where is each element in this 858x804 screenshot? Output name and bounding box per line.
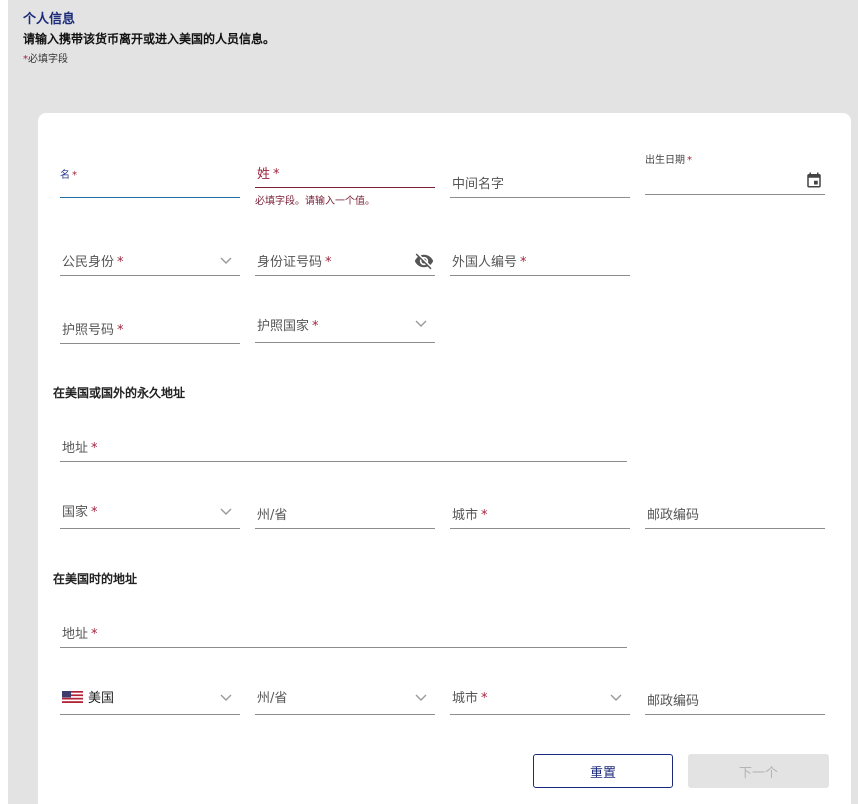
dob-field[interactable]: 出生日期 *: [645, 151, 825, 195]
dob-label: 出生日期 *: [645, 155, 692, 166]
last-name-label: 姓 *: [257, 167, 280, 182]
first-name-label: 名 *: [60, 170, 77, 181]
alien-number-field[interactable]: 外国人编号 *: [450, 246, 630, 276]
passport-country-select[interactable]: 护照国家 *: [255, 313, 435, 343]
chevron-down-icon: [220, 694, 232, 701]
citizenship-label: 公民身份 *: [62, 255, 124, 270]
permanent-country-label: 国家 *: [62, 505, 98, 520]
eye-off-icon[interactable]: [413, 250, 435, 272]
permanent-postal-field[interactable]: 邮政编码: [645, 499, 825, 529]
us-address-field[interactable]: 地址 *: [60, 618, 627, 648]
first-name-field[interactable]: 名 *: [60, 168, 240, 198]
page-title: 个人信息: [23, 12, 76, 27]
permanent-postal-label: 邮政编码: [647, 508, 700, 523]
left-strip: [0, 0, 8, 804]
us-flag-icon: [62, 691, 83, 703]
permanent-city-field[interactable]: 城市 *: [450, 499, 630, 529]
permanent-state-label: 州/省: [257, 508, 288, 523]
middle-name-field[interactable]: 中间名字: [450, 168, 630, 198]
us-city-select[interactable]: 城市 *: [450, 685, 630, 715]
last-name-error: 必填字段。请输入一个值。: [255, 196, 375, 207]
us-address-title: 在美国时的地址: [53, 572, 138, 586]
page-subtitle: 请输入携带该货币离开或进入美国的人员信息。: [23, 32, 276, 46]
us-address-label: 地址 *: [62, 627, 98, 642]
chevron-down-icon: [220, 508, 232, 515]
alien-number-label: 外国人编号 *: [452, 255, 527, 270]
chevron-down-icon: [220, 257, 232, 264]
us-country-value: 美国: [62, 687, 114, 706]
passport-country-label: 护照国家 *: [257, 319, 319, 334]
chevron-down-icon: [415, 320, 427, 327]
us-postal-field[interactable]: 邮政编码: [645, 685, 825, 715]
permanent-country-select[interactable]: 国家 *: [60, 499, 240, 529]
id-number-field[interactable]: 身份证号码 *: [255, 246, 435, 276]
required-note-text: 必填字段: [28, 54, 68, 65]
permanent-address-title: 在美国或国外的永久地址: [53, 386, 186, 400]
permanent-city-label: 城市 *: [452, 508, 488, 523]
permanent-state-field[interactable]: 州/省: [255, 499, 435, 529]
us-state-select[interactable]: 州/省: [255, 685, 435, 715]
us-postal-label: 邮政编码: [647, 694, 700, 709]
chevron-down-icon: [610, 694, 622, 701]
required-note: *必填字段: [23, 50, 68, 65]
form-card: 名 * 姓 * 必填字段。请输入一个值。 中间名字 出生日期 * 公民身份 * 身份证号…: [38, 113, 851, 804]
us-city-label: 城市 *: [452, 691, 488, 706]
middle-name-label: 中间名字: [452, 177, 505, 192]
us-country-select[interactable]: 美国: [60, 685, 240, 715]
citizenship-select[interactable]: 公民身份 *: [60, 246, 240, 276]
passport-number-field[interactable]: 护照号码 *: [60, 314, 240, 344]
id-number-label: 身份证号码 *: [257, 255, 332, 270]
next-button[interactable]: 下一个: [688, 754, 829, 788]
reset-button[interactable]: 重置: [533, 754, 673, 788]
calendar-icon[interactable]: [803, 169, 825, 191]
last-name-field[interactable]: 姓 *: [255, 158, 435, 188]
chevron-down-icon: [415, 694, 427, 701]
passport-number-label: 护照号码 *: [62, 323, 124, 338]
us-state-label: 州/省: [257, 691, 288, 706]
permanent-address-label: 地址 *: [62, 441, 98, 456]
permanent-address-field[interactable]: 地址 *: [60, 432, 627, 462]
